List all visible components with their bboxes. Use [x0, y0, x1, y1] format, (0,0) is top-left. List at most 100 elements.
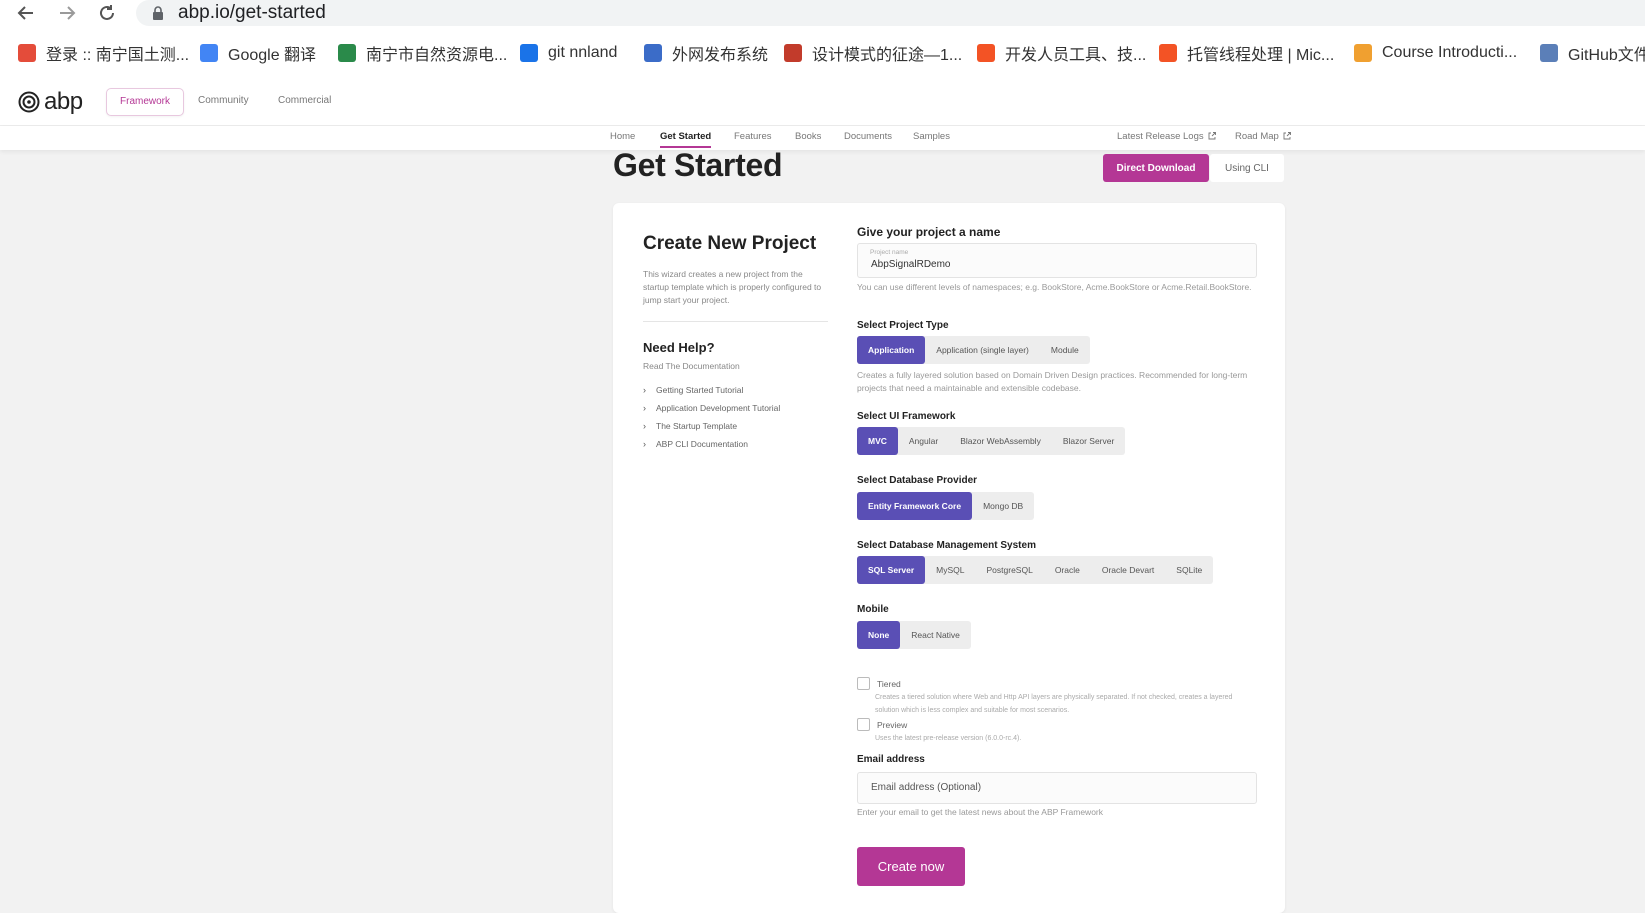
mobile-label: Mobile — [857, 604, 889, 615]
globe-icon — [338, 44, 356, 62]
wave-icon — [644, 44, 662, 62]
chevron-right-icon: › — [643, 403, 646, 413]
nav-documents[interactable]: Documents — [844, 131, 892, 142]
database-provider-label: Select Database Provider — [857, 475, 978, 486]
option-postgresql[interactable]: PostgreSQL — [976, 556, 1044, 584]
preview-checkbox[interactable] — [857, 718, 870, 731]
project-type-hint: Creates a fully layered solution based o… — [857, 370, 1248, 393]
option-none[interactable]: None — [857, 621, 901, 649]
option-application-single-layer[interactable]: Application (single layer) — [925, 336, 1040, 364]
email-input[interactable]: Email address (Optional) — [857, 772, 1257, 804]
tab-commercial[interactable]: Commercial — [265, 88, 344, 114]
project-name-label: Give your project a name — [857, 225, 1001, 239]
project-name-hint: You can use different levels of namespac… — [857, 282, 1252, 292]
option-oracle-devart[interactable]: Oracle Devart — [1091, 556, 1165, 584]
option-mongo-db[interactable]: Mongo DB — [972, 492, 1034, 520]
bookmark-label: GitHub文件 — [1568, 47, 1645, 64]
project-name-float-label: Project name — [870, 249, 909, 256]
option-mysql[interactable]: MySQL — [925, 556, 975, 584]
create-project-card: Create New Project This wizard creates a… — [613, 203, 1285, 913]
divider — [643, 321, 828, 322]
course-icon — [1354, 44, 1372, 62]
tab-community[interactable]: Community — [185, 88, 262, 114]
abp-logo[interactable]: abp — [18, 88, 83, 116]
bookmark-item[interactable]: 南宁市自然资源电... — [338, 38, 507, 68]
tiered-option[interactable]: Tiered — [857, 677, 901, 690]
option-angular[interactable]: Angular — [898, 427, 949, 455]
sub-nav: Home Get Started Features Books Document… — [0, 126, 1645, 150]
nav-samples[interactable]: Samples — [913, 131, 950, 142]
lock-icon — [152, 6, 164, 20]
option-mvc[interactable]: MVC — [857, 427, 898, 455]
bookmark-label: 登录 :: 南宁国土测... — [46, 47, 190, 64]
create-now-button[interactable]: Create now — [857, 847, 965, 886]
nav-home[interactable]: Home — [610, 131, 635, 142]
dbms-label: Select Database Management System — [857, 540, 1036, 551]
database-provider-selector: Entity Framework Core Mongo DB — [857, 492, 1035, 520]
bookmark-label: git nnland — [548, 44, 618, 61]
help-link-abp-cli[interactable]: › ABP CLI Documentation — [643, 435, 828, 453]
bookmark-item[interactable]: Google 翻译 — [200, 38, 316, 68]
reload-icon[interactable] — [95, 1, 119, 25]
tiered-description: Creates a tiered solution where Web and … — [875, 694, 1233, 714]
option-module[interactable]: Module — [1040, 336, 1090, 364]
git-diamond-icon — [18, 44, 36, 62]
bookmark-label: Course Introducti... — [1382, 44, 1518, 61]
bookmark-item[interactable]: git nnland — [520, 38, 617, 68]
forward-arrow-icon[interactable] — [55, 1, 79, 25]
using-cli-button[interactable]: Using CLI — [1210, 154, 1284, 182]
back-arrow-icon[interactable] — [14, 1, 38, 25]
option-sql-server[interactable]: SQL Server — [857, 556, 926, 584]
help-link-getting-started[interactable]: › Getting Started Tutorial — [643, 381, 828, 399]
bookmark-label: 外网发布系统 — [672, 47, 769, 64]
option-blazor-server[interactable]: Blazor Server — [1052, 427, 1126, 455]
microsoft-icon — [1159, 44, 1177, 62]
help-link-startup-template[interactable]: › The Startup Template — [643, 417, 828, 435]
bookmark-item[interactable]: 外网发布系统 — [644, 38, 768, 68]
url-text[interactable]: abp.io/get-started — [178, 2, 326, 24]
help-link-label: ABP CLI Documentation — [656, 439, 748, 449]
logo-text: abp — [44, 88, 83, 115]
chevron-right-icon: › — [643, 439, 646, 449]
bookmark-label: 托管线程处理 | Mic... — [1187, 47, 1335, 64]
project-type-label: Select Project Type — [857, 320, 949, 331]
nav-road-map[interactable]: Road Map — [1235, 131, 1292, 142]
help-link-app-dev-tutorial[interactable]: › Application Development Tutorial — [643, 399, 828, 417]
external-link-icon — [1208, 132, 1217, 140]
option-application[interactable]: Application — [857, 336, 926, 364]
dbms-selector: SQL Server MySQL PostgreSQL Oracle Oracl… — [857, 556, 1214, 584]
help-link-label: The Startup Template — [656, 421, 738, 431]
nav-latest-release-logs[interactable]: Latest Release Logs — [1117, 131, 1217, 142]
address-bar[interactable] — [136, 0, 1645, 26]
bookmark-item[interactable]: 开发人员工具、技... — [977, 38, 1146, 68]
help-link-label: Getting Started Tutorial — [656, 385, 744, 395]
bookmark-item[interactable]: 托管线程处理 | Mic... — [1159, 38, 1334, 68]
option-react-native[interactable]: React Native — [900, 621, 971, 649]
bookmark-item[interactable]: 登录 :: 南宁国土测... — [18, 38, 189, 68]
option-sqlite[interactable]: SQLite — [1165, 556, 1213, 584]
bookmark-item[interactable]: Course Introducti... — [1354, 38, 1517, 68]
abp-logo-icon — [18, 91, 40, 113]
bookmarks-bar: 登录 :: 南宁国土测... Google 翻译 南宁市自然资源电... git nn… — [0, 38, 1645, 68]
tab-framework[interactable]: Framework — [106, 88, 185, 116]
option-oracle[interactable]: Oracle — [1044, 556, 1091, 584]
address-row: abp.io/get-started — [0, 0, 1645, 26]
tiered-checkbox[interactable] — [857, 677, 870, 690]
microsoft-icon — [977, 44, 995, 62]
nav-road-map-label: Road Map — [1235, 131, 1279, 142]
need-help-title: Need Help? — [643, 340, 715, 355]
preview-option[interactable]: Preview — [857, 718, 907, 731]
option-entity-framework-core[interactable]: Entity Framework Core — [857, 492, 973, 520]
bookmark-item[interactable]: GitHub文件 — [1540, 38, 1645, 68]
direct-download-button[interactable]: Direct Download — [1103, 154, 1209, 182]
project-name-input[interactable]: Project name AbpSignalRDemo — [857, 243, 1257, 278]
nav-books[interactable]: Books — [795, 131, 821, 142]
option-blazor-webassembly[interactable]: Blazor WebAssembly — [949, 427, 1052, 455]
nav-features[interactable]: Features — [734, 131, 772, 142]
nav-get-started[interactable]: Get Started — [660, 131, 712, 148]
bookmark-label: 南宁市自然资源电... — [366, 47, 508, 64]
ui-framework-label: Select UI Framework — [857, 411, 956, 422]
bookmark-item[interactable]: 设计模式的征途—1... — [784, 38, 962, 68]
chevron-right-icon: › — [643, 385, 646, 395]
avatar-icon — [784, 44, 802, 62]
